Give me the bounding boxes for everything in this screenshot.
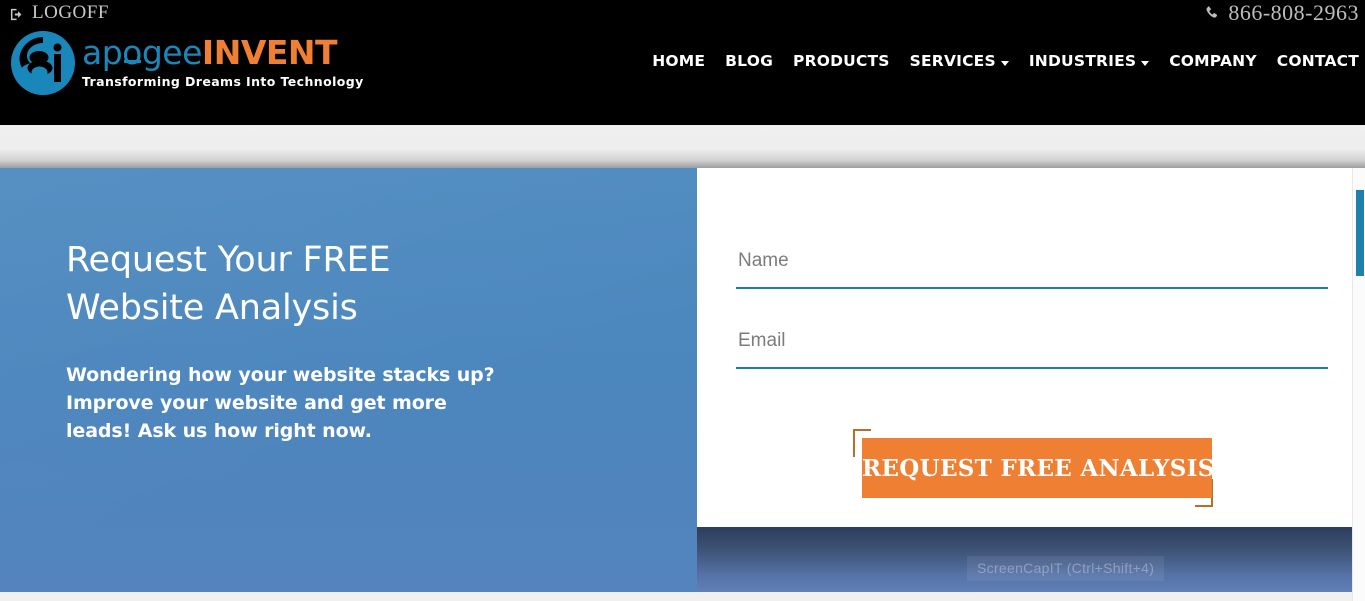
submit-button-wrapper: REQUEST FREE ANALYSIS — [853, 429, 1214, 507]
logo-tagline: Transforming Dreams Into Technology — [82, 74, 364, 89]
logoff-label: LOGOFF — [32, 2, 109, 23]
hero-sub-line2: Improve your website and get more — [66, 392, 447, 414]
logo-invent-text: INVENT — [201, 33, 338, 72]
nav-item-products[interactable]: PRODUCTS — [793, 52, 890, 70]
phone-link[interactable]: 866-808-2963 — [1204, 0, 1359, 26]
logo-apogee-text: apogee — [82, 33, 202, 72]
logo-wordmark: apogeeINVENT — [82, 34, 364, 71]
nav-label: PRODUCTS — [793, 52, 890, 70]
hero-title: Request Your FREE Website Analysis — [66, 236, 626, 332]
nav-item-company[interactable]: COMPANY — [1169, 52, 1257, 70]
name-input[interactable] — [736, 241, 1328, 289]
nav-item-contact[interactable]: CONTACT — [1277, 52, 1359, 70]
page-scrollbar-thumb[interactable] — [1356, 190, 1364, 276]
phone-number: 866-808-2963 — [1228, 0, 1359, 25]
site-logo[interactable]: apogeeINVENT Transforming Dreams Into Te… — [10, 28, 364, 98]
nav-label: SERVICES — [909, 52, 996, 70]
apogee-ai-circle-logo-icon — [10, 28, 76, 98]
email-input[interactable] — [736, 321, 1328, 369]
nav-label: COMPANY — [1169, 52, 1257, 70]
nav-label: HOME — [652, 52, 706, 70]
chevron-down-icon — [1141, 60, 1150, 66]
nav-label: BLOG — [725, 52, 774, 70]
nav-item-home[interactable]: HOME — [652, 52, 705, 70]
chevron-down-icon — [1000, 60, 1009, 66]
header-gray-divider — [0, 125, 1365, 168]
hero-title-line1: Request Your FREE — [66, 240, 391, 280]
hero-subtitle: Wondering how your website stacks up? Im… — [66, 361, 546, 445]
name-field-group — [736, 241, 1328, 289]
main-navigation: HOME BLOG PRODUCTS SERVICES INDUSTRIES C… — [652, 52, 1359, 70]
phone-handset-icon — [1204, 5, 1219, 21]
lead-capture-form-card: REQUEST FREE ANALYSIS — [697, 168, 1365, 527]
site-header: LOGOFF 866-808-2963 apogeeINVENT Transfo… — [0, 0, 1365, 125]
page-root: LOGOFF 866-808-2963 apogeeINVENT Transfo… — [0, 0, 1365, 601]
page-bottom-strip — [0, 592, 1365, 601]
nav-item-blog[interactable]: BLOG — [725, 52, 773, 70]
logo-overbar-accent — [124, 60, 141, 63]
nav-item-industries[interactable]: INDUSTRIES — [1028, 52, 1150, 70]
screencap-hint-overlay: ScreenCapIT (Ctrl+Shift+4) — [967, 556, 1165, 581]
hero-sub-line3: leads! Ask us how right now. — [66, 420, 372, 442]
nav-label: CONTACT — [1276, 52, 1359, 70]
sign-out-icon — [10, 7, 25, 22]
logoff-button[interactable]: LOGOFF — [10, 0, 109, 26]
logo-text: apogeeINVENT Transforming Dreams Into Te… — [82, 28, 364, 89]
email-field-group — [736, 321, 1328, 369]
hero-title-line2: Website Analysis — [66, 288, 358, 328]
request-free-analysis-button[interactable]: REQUEST FREE ANALYSIS — [862, 438, 1214, 498]
nav-label: INDUSTRIES — [1028, 52, 1137, 70]
hero-sub-line1: Wondering how your website stacks up? — [66, 364, 495, 386]
nav-item-services[interactable]: SERVICES — [910, 52, 1009, 70]
